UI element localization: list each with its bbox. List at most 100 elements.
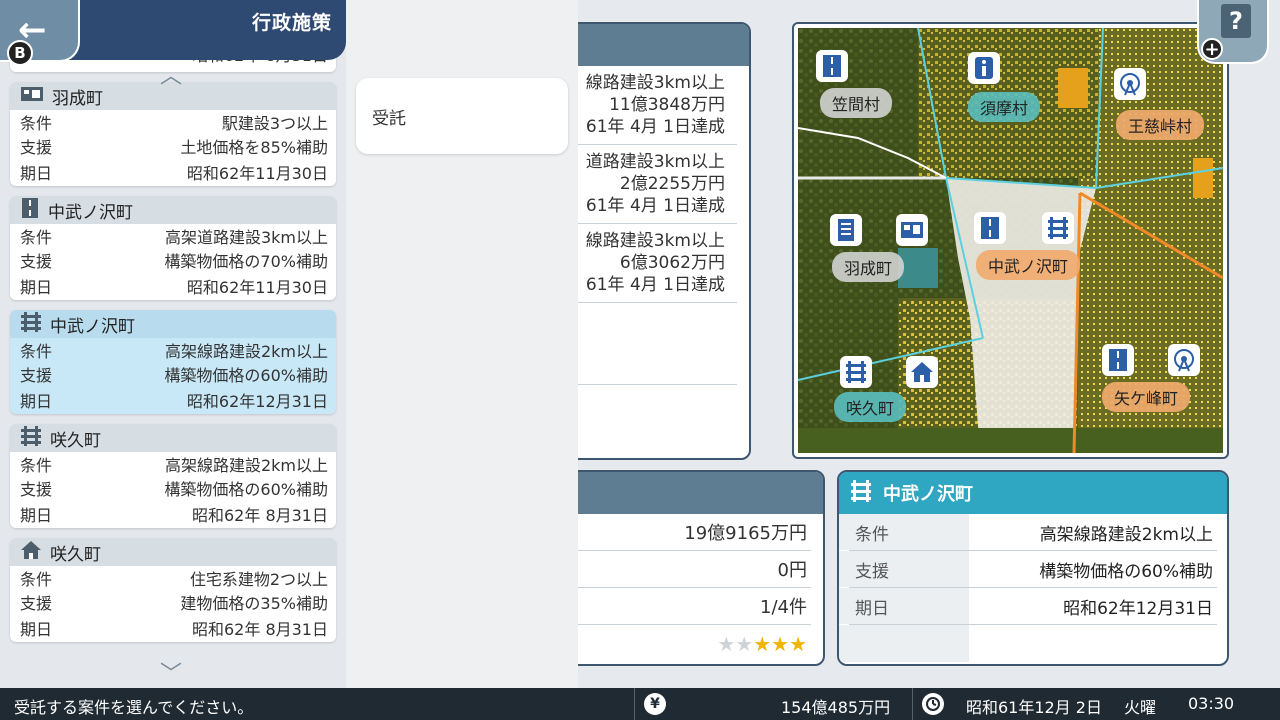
summary-row-amount: 19億9165万円 (562, 514, 811, 551)
card-row: 支援 土地価格を85%補助 (10, 134, 336, 158)
policy-detail-title: 中武ノ沢町 (883, 484, 973, 505)
card-row-value: 建物価格の35%補助 (180, 594, 328, 613)
card-row-key: 支援 (20, 138, 53, 157)
card-row-value: 昭和62年 8月31日 (192, 620, 328, 639)
road-icon[interactable] (816, 50, 848, 82)
card-row-key: 条件 (20, 570, 53, 589)
building-icon[interactable] (830, 214, 862, 246)
scroll-up-chevron-icon[interactable]: ︿ (160, 58, 182, 90)
policy-card[interactable]: 咲久町 条件 高架線路建設2km以上 支援 構築物価格の60%補助 期日 昭和62年 … (10, 424, 336, 528)
card-row: 条件 高架線路建設2km以上 (10, 338, 336, 362)
area-map[interactable]: 笠間村 須摩村 王慈峠村 羽成町 中武ノ沢町 咲久町 矢ケ峰町 (798, 28, 1223, 453)
star-icon: ★ (735, 631, 754, 656)
card-header: 咲久町 (10, 538, 336, 566)
card-town: 咲久町 (50, 430, 101, 451)
road-icon[interactable] (974, 212, 1006, 244)
card-row-key: 期日 (20, 278, 53, 297)
map-label-hanari: 羽成町 (832, 252, 905, 282)
map-label-suma: 須摩村 (968, 92, 1041, 122)
entry-date: 61年 4月 1日達成 (585, 275, 725, 295)
star-icon: ★ (753, 631, 772, 656)
status-divider (912, 688, 913, 720)
rail-icon[interactable] (1042, 212, 1074, 244)
policy-card[interactable]: 中武ノ沢町 条件 高架道路建設3km以上 支援 構築物価格の70%補助 期日 昭和62… (10, 196, 336, 300)
road-icon[interactable] (1102, 344, 1134, 376)
card-row-key: 期日 (20, 620, 53, 639)
entry-date: 61年 4月 1日達成 (585, 117, 725, 137)
entry-amount: 2億2255万円 (619, 174, 725, 194)
card-row-key: 期日 (20, 506, 53, 525)
achievement-panel-header (562, 24, 749, 66)
sidebar-title: 行政施策 (251, 12, 332, 34)
info-icon[interactable] (968, 52, 1000, 84)
achievement-entry-empty (562, 303, 737, 385)
entry-condition: 線路建設3km以上 (585, 231, 725, 251)
card-row-key: 条件 (20, 456, 53, 475)
detail-key: 期日 (839, 588, 969, 624)
card-row: 条件 住宅系建物2つ以上 (10, 566, 336, 590)
star-icon: ★ (717, 631, 736, 656)
house-icon[interactable] (906, 356, 938, 388)
card-row-value: 昭和62年11月30日 (186, 164, 328, 183)
help-button[interactable]: ? + (1197, 0, 1269, 64)
card-row: 期日 昭和62年 8月31日 (10, 614, 336, 642)
map-label-sakuhisa: 咲久町 (834, 392, 907, 422)
card-row: 条件 高架線路建設2km以上 (10, 452, 336, 476)
detail-key: 条件 (839, 514, 969, 550)
game-time: 03:30 (1188, 694, 1235, 713)
detail-value: 昭和62年12月31日 (1063, 598, 1213, 619)
policy-card[interactable]: 咲久町 条件 住宅系建物2つ以上 支援 建物価格の35%補助 期日 昭和62年 8月3… (10, 538, 336, 642)
card-row: 支援 構築物価格の60%補助 (10, 362, 336, 386)
road-icon (20, 197, 40, 224)
status-bar: 受託する案件を選んでください。 ¥ 154億485万円 昭和61年12月 2日 … (0, 688, 1280, 720)
accept-menu-item[interactable]: 受託 (356, 78, 568, 154)
card-row-key: 条件 (20, 228, 53, 247)
entry-date: 61年 4月 1日達成 (585, 196, 725, 216)
card-row-key: 期日 (20, 164, 53, 183)
detail-key (839, 625, 969, 662)
detail-value: 構築物価格の60%補助 (1039, 561, 1213, 582)
rail-icon (849, 479, 873, 508)
scroll-down-chevron-icon[interactable]: ﹀ (160, 656, 182, 688)
card-row: 期日 昭和62年 8月31日 (10, 500, 336, 528)
rail-icon[interactable] (840, 356, 872, 388)
policy-list-sidebar[interactable]: 行政施策 ← B 昭和62年 8月31日 羽成町 条件駅建設3つ以上 支援土地価… (0, 0, 346, 688)
station-icon[interactable] (896, 214, 928, 246)
detail-key: 支援 (839, 551, 969, 587)
card-row: 期日 昭和62年12月31日 (10, 386, 336, 414)
rating-stars: ★ ★ ★ ★ ★ (562, 625, 811, 662)
policy-card[interactable]: 羽成町 条件 駅建設3つ以上 支援 土地価格を85%補助 期日 昭和62年11月30日 (10, 82, 336, 186)
card-town: 中武ノ沢町 (48, 202, 133, 223)
card-header: 咲久町 (10, 424, 336, 452)
card-header: 中武ノ沢町 (10, 310, 336, 338)
summary-panel: 19億9165万円 0円 1/4件 ★ ★ ★ ★ ★ (560, 470, 825, 666)
achievement-entry: 線路建設3km以上 6億3062万円 61年 4月 1日達成 (562, 224, 737, 303)
b-button-badge: B (7, 40, 33, 66)
entry-condition: 線路建設3km以上 (585, 73, 725, 93)
card-row: 支援 建物価格の35%補助 (10, 590, 336, 614)
ferris-wheel-icon[interactable] (1168, 344, 1200, 376)
achievement-entry: 線路建設3km以上 11億3848万円 61年 4月 1日達成 (562, 66, 737, 145)
card-row-key: 支援 (20, 480, 53, 499)
area-map-frame: 笠間村 須摩村 王慈峠村 羽成町 中武ノ沢町 咲久町 矢ケ峰町 (792, 22, 1229, 459)
card-row-value: 昭和62年12月31日 (186, 392, 328, 411)
card-row-value: 昭和62年 8月31日 (192, 506, 328, 525)
card-row: 支援 構築物価格の60%補助 (10, 476, 336, 500)
card-town: 羽成町 (52, 88, 103, 109)
card-row-key: 期日 (20, 392, 53, 411)
policy-card-selected[interactable]: 中武ノ沢町 条件 高架線路建設2km以上 支援 構築物価格の60%補助 期日 昭和62… (10, 310, 336, 414)
card-row-key: 条件 (20, 342, 53, 361)
policy-detail-panel: 中武ノ沢町 条件 高架線路建設2km以上 支援 構築物価格の60%補助 期日 昭和62… (837, 470, 1229, 666)
ferris-wheel-icon[interactable] (1114, 68, 1146, 100)
card-row-key: 条件 (20, 114, 53, 133)
card-row-key: 支援 (20, 594, 53, 613)
card-row: 条件 高架道路建設3km以上 (10, 224, 336, 248)
house-icon (20, 539, 42, 566)
star-icon: ★ (789, 631, 807, 656)
card-row-value: 土地価格を85%補助 (180, 138, 328, 157)
detail-row-empty (839, 625, 1217, 662)
status-message: 受託する案件を選んでください。 (14, 698, 254, 717)
card-row-value: 駅建設3つ以上 (221, 114, 328, 133)
card-row-value: 昭和62年11月30日 (186, 278, 328, 297)
card-row-value: 構築物価格の60%補助 (164, 366, 328, 385)
